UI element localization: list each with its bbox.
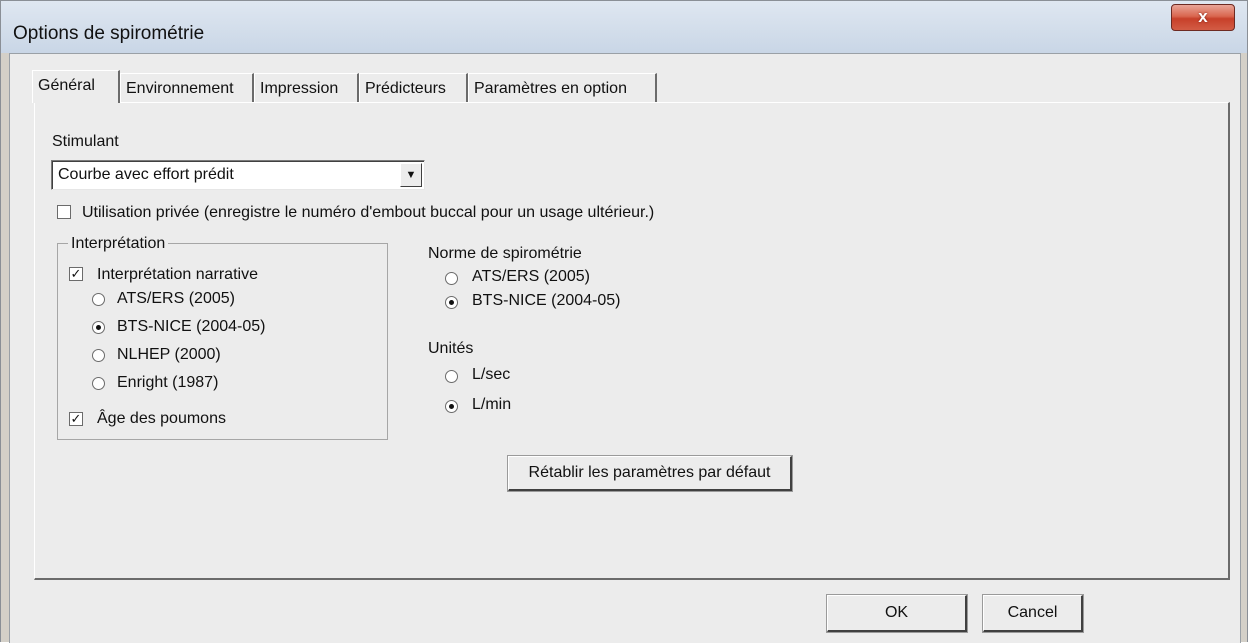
lung-age-checkbox[interactable]: ✓: [69, 412, 83, 426]
ok-button[interactable]: OK: [826, 594, 968, 633]
tab-predictors[interactable]: Prédicteurs: [359, 73, 468, 102]
interp-radio-bts-nice[interactable]: [92, 321, 105, 334]
units-label: Unités: [428, 340, 474, 357]
private-use-label: Utilisation privée (enregistre le numéro…: [82, 204, 655, 221]
units-option-label: L/sec: [472, 366, 511, 383]
norm-radio-ats-ers[interactable]: [445, 272, 458, 285]
narrative-interpretation-label: Interprétation narrative: [97, 266, 258, 283]
tab-environment[interactable]: Environnement: [120, 73, 254, 102]
interp-option-label: Enright (1987): [117, 374, 219, 391]
norm-radio-bts-nice[interactable]: [445, 296, 458, 309]
units-radio-l-sec[interactable]: [445, 370, 458, 383]
stimulant-label: Stimulant: [52, 133, 119, 150]
narrative-interpretation-checkbox[interactable]: ✓: [69, 267, 83, 281]
private-use-checkbox[interactable]: [57, 205, 71, 219]
window-title: Options de spirométrie: [13, 23, 205, 44]
norm-option-label: ATS/ERS (2005): [472, 268, 590, 285]
close-button[interactable]: x: [1171, 4, 1235, 31]
checkmark-icon: ✓: [70, 266, 82, 281]
interp-option-label: ATS/ERS (2005): [117, 290, 235, 307]
interp-radio-ats-ers[interactable]: [92, 293, 105, 306]
stimulant-select[interactable]: Courbe avec effort prédit ▼: [51, 160, 425, 190]
stimulant-value: Courbe avec effort prédit: [58, 166, 234, 183]
units-radio-l-min[interactable]: [445, 400, 458, 413]
interp-radio-enright[interactable]: [92, 377, 105, 390]
tab-general[interactable]: Général: [32, 70, 120, 103]
close-icon: x: [1198, 7, 1208, 26]
norm-label: Norme de spirométrie: [428, 245, 582, 262]
interp-option-label: BTS-NICE (2004-05): [117, 318, 266, 335]
interp-radio-nlhep[interactable]: [92, 349, 105, 362]
units-option-label: L/min: [472, 396, 512, 413]
interpretation-group-title: Interprétation: [68, 235, 169, 253]
tab-printing[interactable]: Impression: [254, 73, 359, 102]
title-bar: Options de spirométrie x: [1, 1, 1247, 53]
norm-option-label: BTS-NICE (2004-05): [472, 292, 621, 309]
reset-defaults-button[interactable]: Rétablir les paramètres par défaut: [507, 455, 793, 492]
lung-age-label: Âge des poumons: [97, 410, 226, 427]
cancel-button[interactable]: Cancel: [982, 594, 1084, 633]
tab-optional-parameters[interactable]: Paramètres en option: [468, 73, 657, 102]
dropdown-arrow-icon[interactable]: ▼: [400, 163, 422, 187]
checkmark-icon: ✓: [70, 411, 82, 426]
interp-option-label: NLHEP (2000): [117, 346, 221, 363]
